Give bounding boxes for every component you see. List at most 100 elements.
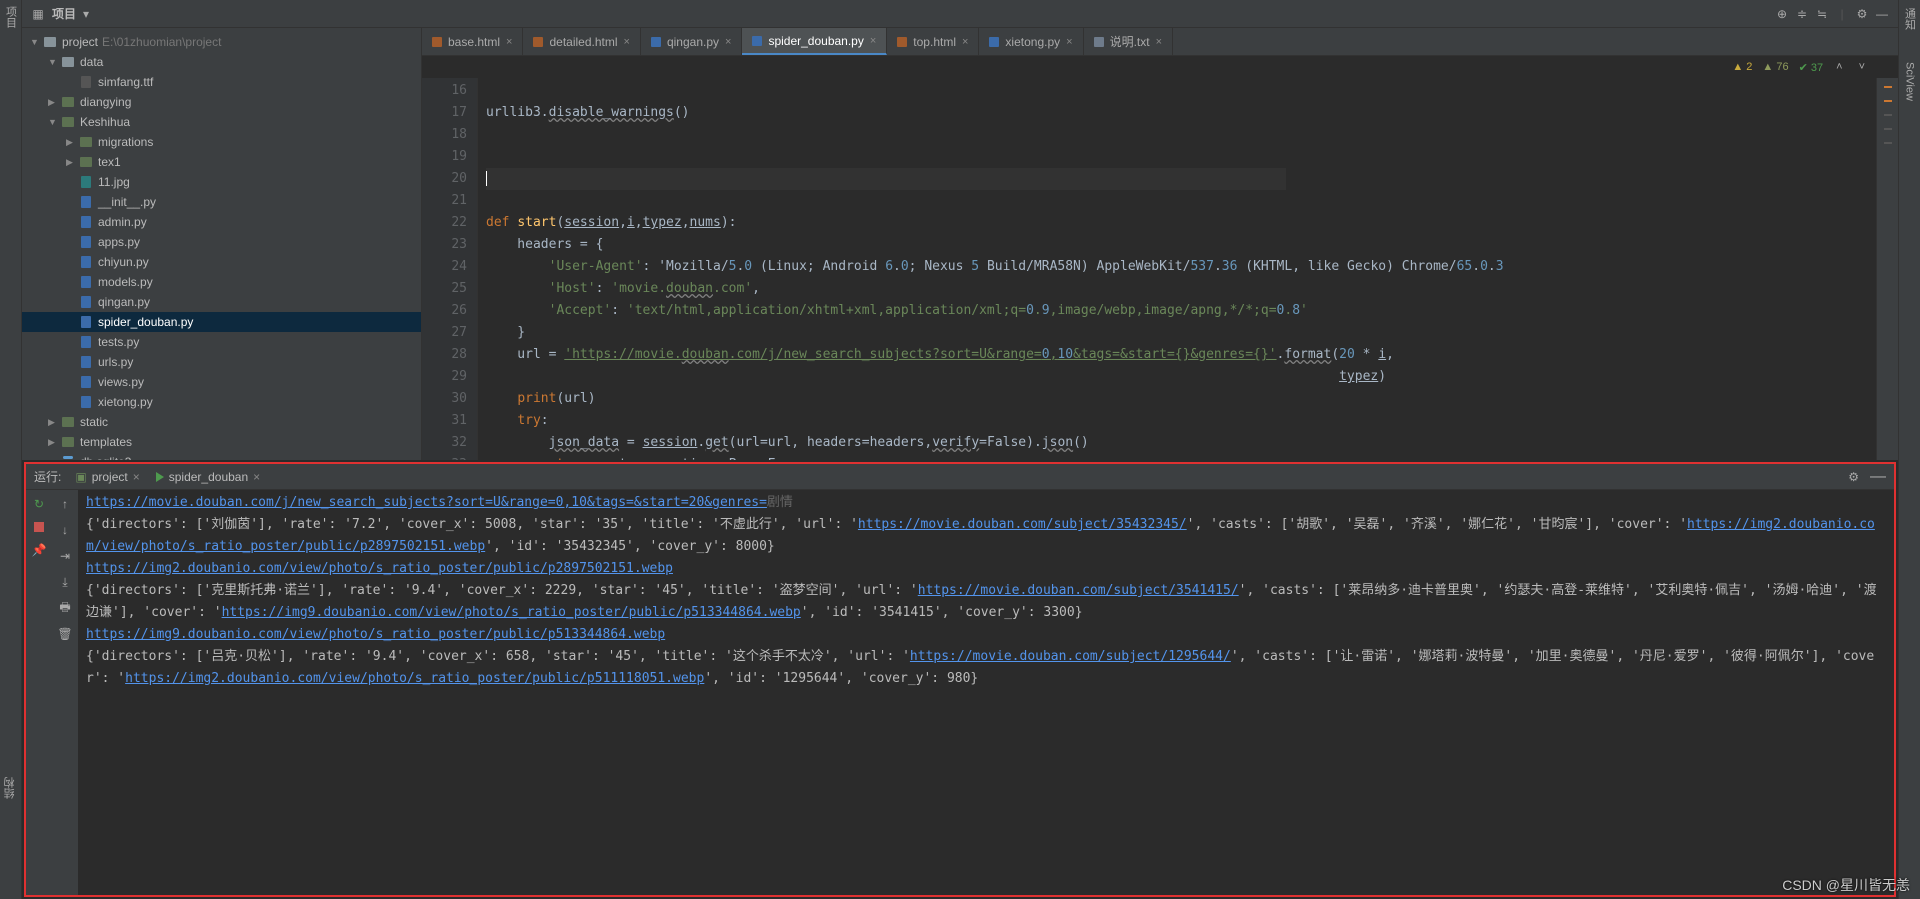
console-output[interactable]: https://movie.douban.com/j/new_search_su… xyxy=(78,490,1894,895)
editor-tab[interactable]: detailed.html× xyxy=(523,28,640,55)
close-icon[interactable]: × xyxy=(133,470,140,484)
tree-item[interactable]: views.py xyxy=(22,372,421,392)
editor-tab[interactable]: base.html× xyxy=(422,28,523,55)
close-icon[interactable]: × xyxy=(1066,36,1072,48)
right-tab-sciview[interactable]: SciView xyxy=(1904,62,1916,101)
run-hide-icon[interactable]: — xyxy=(1870,468,1886,486)
gear-icon[interactable]: ⚙ xyxy=(1852,4,1872,24)
python-file-icon xyxy=(989,37,999,47)
expand-all-icon[interactable]: ≑ xyxy=(1792,4,1812,24)
python-file-icon xyxy=(81,336,91,348)
editor-tab[interactable]: spider_douban.py× xyxy=(742,28,887,55)
rerun-icon[interactable]: ↻ xyxy=(31,496,47,512)
tree-item[interactable]: chiyun.py xyxy=(22,252,421,272)
python-file-icon xyxy=(81,296,91,308)
run-label: 运行: xyxy=(34,468,61,485)
editor-tabs: base.html×detailed.html×qingan.py×spider… xyxy=(422,28,1898,56)
package-icon xyxy=(62,97,74,107)
close-icon[interactable]: × xyxy=(624,36,630,48)
html-file-icon xyxy=(897,37,907,47)
typo-count-icon[interactable]: ✔ 37 xyxy=(1799,61,1824,74)
trash-icon[interactable]: 🗑 xyxy=(57,626,73,642)
python-file-icon xyxy=(651,37,661,47)
chevron-up-icon[interactable]: ˄ xyxy=(1833,61,1845,73)
left-tool-strip: 项目 xyxy=(0,0,22,899)
collapse-all-icon[interactable]: ≒ xyxy=(1812,4,1832,24)
project-tree[interactable]: ▼projectE:\01zhuomian\project▼data simfa… xyxy=(22,28,422,460)
editor-area: base.html×detailed.html×qingan.py×spider… xyxy=(422,28,1898,460)
tree-item[interactable]: models.py xyxy=(22,272,421,292)
folder-icon: ▦ xyxy=(28,4,48,24)
tree-item[interactable]: __init__.py xyxy=(22,192,421,212)
run-gear-icon[interactable]: ⚙ xyxy=(1845,470,1862,484)
run-toolbar-primary: ↻ 📌 xyxy=(26,490,52,895)
tree-item[interactable]: ▼projectE:\01zhuomian\project xyxy=(22,32,421,52)
scroll-to-end-icon[interactable]: ⤓ xyxy=(57,574,73,590)
tree-item[interactable]: apps.py xyxy=(22,232,421,252)
tree-item[interactable]: tests.py xyxy=(22,332,421,352)
run-tab[interactable]: ▣project× xyxy=(69,468,145,486)
close-icon[interactable]: × xyxy=(1156,36,1162,48)
tree-item[interactable]: ▼data xyxy=(22,52,421,72)
warning-count-icon[interactable]: ▲ 2 xyxy=(1732,61,1752,73)
python-file-icon xyxy=(81,396,91,408)
pin-icon[interactable]: 📌 xyxy=(31,542,47,558)
package-icon xyxy=(80,157,92,167)
folder-icon xyxy=(44,37,56,47)
python-run-icon xyxy=(156,472,164,482)
right-tab-notify[interactable]: 通知 xyxy=(1902,8,1918,30)
tree-item[interactable]: 11.jpg xyxy=(22,172,421,192)
code-editor[interactable]: urllib3.disable_warnings() def start(ses… xyxy=(478,78,1876,460)
tree-item[interactable]: urls.py xyxy=(22,352,421,372)
package-icon xyxy=(62,117,74,127)
tree-item[interactable]: admin.py xyxy=(22,212,421,232)
close-icon[interactable]: × xyxy=(253,470,260,484)
tree-item[interactable]: simfang.ttf xyxy=(22,72,421,92)
left-tab-project[interactable]: 项目 xyxy=(3,6,19,28)
tree-item[interactable]: ▶static xyxy=(22,412,421,432)
chevron-down-icon[interactable]: ˅ xyxy=(1856,61,1868,73)
editor-tab[interactable]: top.html× xyxy=(887,28,979,55)
dropdown-icon[interactable]: ▾ xyxy=(76,4,96,24)
tree-item[interactable]: spider_douban.py xyxy=(22,312,421,332)
print-icon[interactable]: 🖶 xyxy=(57,600,73,616)
tree-item[interactable]: ▶templates xyxy=(22,432,421,452)
stop-icon[interactable] xyxy=(34,522,44,532)
tree-item[interactable]: qingan.py xyxy=(22,292,421,312)
tree-item[interactable]: ▶migrations xyxy=(22,132,421,152)
close-icon[interactable]: × xyxy=(725,36,731,48)
close-icon[interactable]: × xyxy=(506,36,512,48)
project-header: ▦ 项目 ▾ ⊕ ≑ ≒ | ⚙ — xyxy=(22,0,1898,28)
weak-warning-count-icon[interactable]: ▲ 76 xyxy=(1762,61,1788,73)
right-tool-strip: 通知 SciView xyxy=(1898,0,1920,899)
editor-tab[interactable]: qingan.py× xyxy=(641,28,742,55)
tree-item[interactable]: xietong.py xyxy=(22,392,421,412)
run-tab[interactable]: spider_douban× xyxy=(150,468,266,486)
hide-icon[interactable]: — xyxy=(1872,4,1892,24)
font-file-icon xyxy=(81,76,91,88)
run-toolbar-secondary: ↑ ↓ ⇥ ⤓ 🖶 🗑 xyxy=(52,490,78,895)
editor-tab[interactable]: 说明.txt× xyxy=(1084,28,1173,55)
tree-item[interactable]: db.sqlite3 xyxy=(22,452,421,460)
locate-icon[interactable]: ⊕ xyxy=(1772,4,1792,24)
python-file-icon xyxy=(81,376,91,388)
line-gutter[interactable]: 16 17 18 19 20 21 22 23 24 25 26 27 28 2… xyxy=(422,78,478,460)
editor-tab[interactable]: xietong.py× xyxy=(979,28,1083,55)
tree-item[interactable]: ▶diangying xyxy=(22,92,421,112)
run-panel: 运行: ▣project× spider_douban× ⚙ — ↻ 📌 ↑ ↓ … xyxy=(24,462,1896,897)
left-tab-structure[interactable]: 结构 xyxy=(2,777,18,799)
close-icon[interactable]: × xyxy=(870,35,876,47)
python-file-icon xyxy=(81,256,91,268)
editor-status: ▲ 2 ▲ 76 ✔ 37 ˄ ˅ xyxy=(422,56,1898,78)
image-file-icon xyxy=(81,176,91,188)
python-file-icon xyxy=(752,36,762,46)
up-icon[interactable]: ↑ xyxy=(57,496,73,512)
down-icon[interactable]: ↓ xyxy=(57,522,73,538)
error-stripe[interactable] xyxy=(1876,78,1898,460)
python-file-icon xyxy=(81,236,91,248)
python-file-icon xyxy=(81,316,91,328)
softwrap-icon[interactable]: ⇥ xyxy=(57,548,73,564)
tree-item[interactable]: ▼Keshihua xyxy=(22,112,421,132)
tree-item[interactable]: ▶tex1 xyxy=(22,152,421,172)
close-icon[interactable]: × xyxy=(962,36,968,48)
